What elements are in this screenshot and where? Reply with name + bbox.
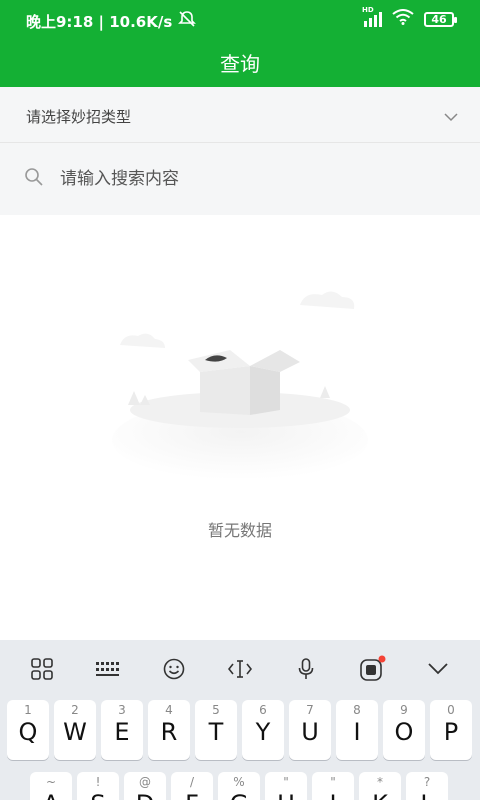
key-o[interactable]: 9O xyxy=(383,700,425,760)
soft-keyboard: 1Q2W3E4R5T6Y7U8I9O0P ~A!S@D/F%G"H"J*K?L xyxy=(0,640,480,800)
key-hint: 0 xyxy=(447,703,455,717)
collapse-keyboard-icon[interactable] xyxy=(420,654,456,684)
key-hint: 1 xyxy=(24,703,32,717)
signal-icon: HD xyxy=(362,6,382,27)
key-a[interactable]: ~A xyxy=(30,772,72,800)
key-label: L xyxy=(406,790,448,800)
key-g[interactable]: %G xyxy=(218,772,260,800)
key-d[interactable]: @D xyxy=(124,772,166,800)
key-hint: ? xyxy=(423,775,431,789)
key-label: E xyxy=(114,718,130,746)
key-hint: / xyxy=(189,775,195,789)
key-label: D xyxy=(124,790,166,800)
key-hint: 9 xyxy=(400,703,408,717)
key-label: I xyxy=(353,718,361,746)
key-label: K xyxy=(359,790,401,800)
empty-message: 暂无数据 xyxy=(207,521,272,540)
key-label: W xyxy=(63,718,87,746)
key-s[interactable]: !S xyxy=(77,772,119,800)
microphone-icon[interactable] xyxy=(288,654,324,684)
key-label: H xyxy=(265,790,307,800)
network-type-label: HD xyxy=(362,5,374,14)
key-p[interactable]: 0P xyxy=(430,700,472,760)
key-q[interactable]: 1Q xyxy=(7,700,49,760)
text-cursor-icon[interactable] xyxy=(222,654,258,684)
key-hint: @ xyxy=(139,775,151,789)
keyboard-icon[interactable] xyxy=(90,654,126,684)
keyboard-row-1: 1Q2W3E4R5T6Y7U8I9O0P xyxy=(0,700,480,762)
key-hint: 3 xyxy=(118,703,126,717)
key-e[interactable]: 3E xyxy=(101,700,143,760)
empty-box-illustration xyxy=(112,291,368,480)
key-label: O xyxy=(394,718,414,746)
key-label: R xyxy=(160,718,178,746)
status-right: HD 46 xyxy=(362,6,457,29)
grid-icon[interactable] xyxy=(24,654,60,684)
key-label: U xyxy=(301,718,319,746)
status-time-speed: 晚上9:18 | 10.6K/s xyxy=(26,12,173,31)
key-label: A xyxy=(30,790,72,800)
key-label: Q xyxy=(18,718,38,746)
key-label: P xyxy=(443,718,459,746)
search-icon xyxy=(24,167,44,191)
type-select-label: 请选择妙招类型 xyxy=(26,108,132,126)
page-title: 查询 xyxy=(220,52,260,76)
key-i[interactable]: 8I xyxy=(336,700,378,760)
keyboard-toolbar xyxy=(0,640,480,696)
key-k[interactable]: *K xyxy=(359,772,401,800)
key-hint: ! xyxy=(95,775,101,789)
mi-assistant-icon[interactable] xyxy=(354,654,390,684)
key-l[interactable]: ?L xyxy=(406,772,448,800)
key-hint: 8 xyxy=(353,703,361,717)
key-y[interactable]: 6Y xyxy=(242,700,284,760)
key-hint: 6 xyxy=(259,703,267,717)
type-select-dropdown[interactable]: 请选择妙招类型 xyxy=(0,87,480,143)
mute-icon xyxy=(178,10,197,32)
key-hint: ~ xyxy=(45,775,57,789)
key-hint: " xyxy=(283,775,289,789)
key-hint: 2 xyxy=(71,703,79,717)
key-hint: % xyxy=(233,775,245,789)
key-f[interactable]: /F xyxy=(171,772,213,800)
key-hint: " xyxy=(330,775,336,789)
key-hint: * xyxy=(377,775,383,789)
emoji-icon[interactable] xyxy=(156,654,192,684)
key-j[interactable]: "J xyxy=(312,772,354,800)
keyboard-row-2: ~A!S@D/F%G"H"J*K?L xyxy=(0,772,480,800)
key-u[interactable]: 7U xyxy=(289,700,331,760)
status-left: 晚上9:18 | 10.6K/s xyxy=(26,10,197,32)
key-label: G xyxy=(218,790,260,800)
key-h[interactable]: "H xyxy=(265,772,307,800)
key-label: T xyxy=(208,718,224,746)
search-input[interactable] xyxy=(60,163,440,195)
battery-indicator: 46 xyxy=(424,11,457,27)
empty-state: 暂无数据 xyxy=(0,215,480,640)
key-t[interactable]: 5T xyxy=(195,700,237,760)
key-label: J xyxy=(312,790,354,800)
key-hint: 5 xyxy=(212,703,220,717)
chevron-down-icon xyxy=(444,107,458,126)
key-r[interactable]: 4R xyxy=(148,700,190,760)
search-bar xyxy=(0,143,480,215)
key-hint: 4 xyxy=(165,703,173,717)
key-label: Y xyxy=(255,718,271,746)
key-label: F xyxy=(171,790,213,800)
key-label: S xyxy=(77,790,119,800)
key-hint: 7 xyxy=(306,703,314,717)
wifi-icon xyxy=(392,9,414,29)
key-w[interactable]: 2W xyxy=(54,700,96,760)
app-header: 晚上9:18 | 10.6K/s HD 46 查询 xyxy=(0,0,480,87)
status-bar: 晚上9:18 | 10.6K/s HD 46 xyxy=(0,0,480,40)
